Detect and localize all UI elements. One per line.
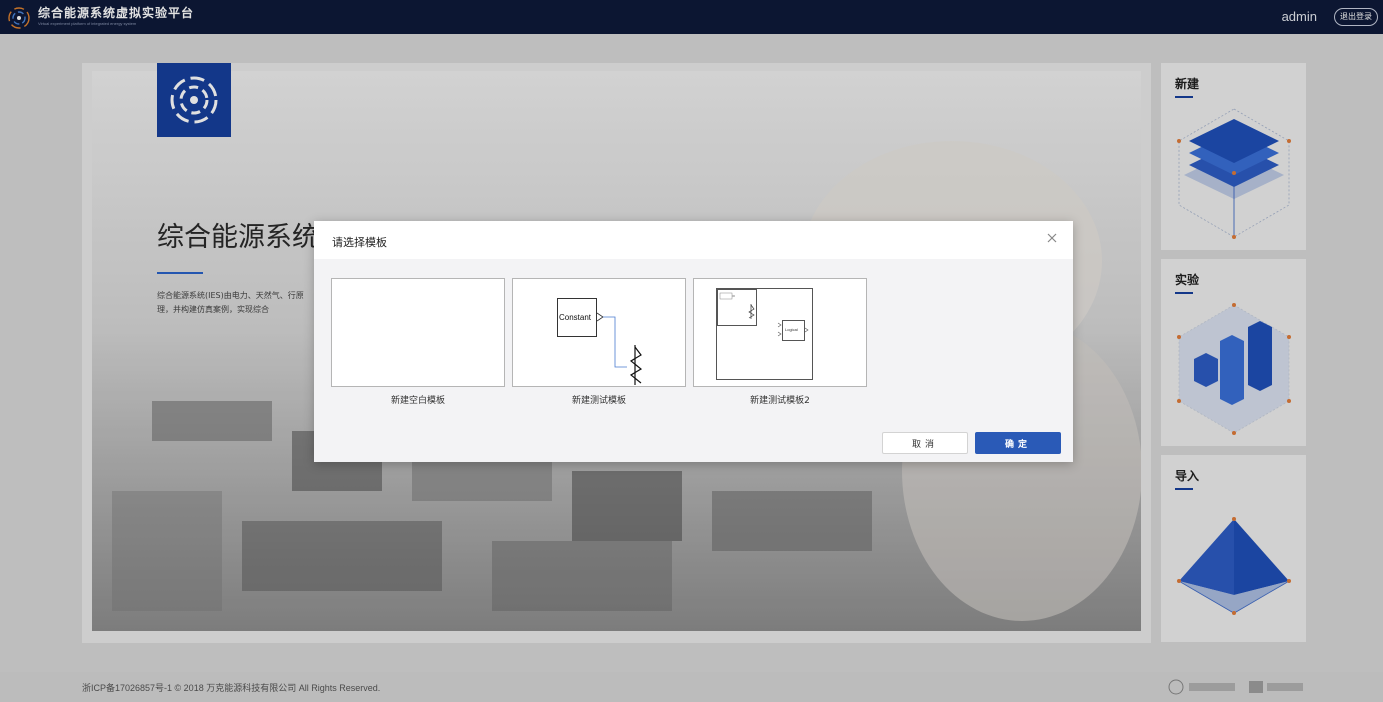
template-blank-preview[interactable] [331,278,505,387]
close-icon [1047,233,1057,243]
template-select-dialog: 请选择模板 新建空白模板 Constant 新建测试模板 Logical 新建测… [314,221,1073,462]
cancel-button[interactable]: 取消 [882,432,968,454]
close-button[interactable] [1045,231,1059,245]
template-blank-label: 新建空白模板 [390,396,445,406]
template-test[interactable]: Constant 新建测试模板 [512,278,686,410]
signal-diagram [596,312,643,385]
dialog-title: 请选择模板 [332,236,387,249]
template-test-preview[interactable]: Constant [512,278,686,387]
template-test-2-preview[interactable]: Logical [693,278,867,387]
template-blank[interactable]: 新建空白模板 [331,278,505,410]
dialog-header: 请选择模板 [314,221,1073,259]
template-test-2-label: 新建测试模板2 [750,396,810,406]
confirm-button[interactable]: 确定 [975,432,1061,454]
template-test-label: 新建测试模板 [571,396,626,406]
logic-diagram [719,292,809,337]
template-test-2[interactable]: Logical 新建测试模板2 [693,278,867,410]
